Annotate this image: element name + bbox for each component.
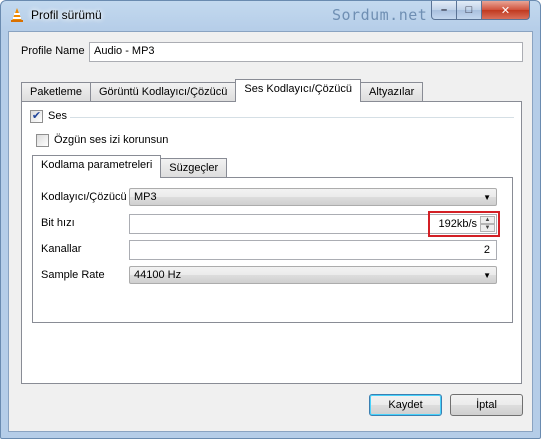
bitrate-highlight-box <box>428 211 500 237</box>
dialog-body: Profile Name Audio - MP3 Paketleme Görün… <box>8 31 533 432</box>
minimize-button[interactable]: – <box>431 1 457 20</box>
profile-name-input[interactable]: Audio - MP3 <box>89 42 523 62</box>
window-title: Profil sürümü <box>31 8 102 22</box>
profile-name-label: Profile Name <box>21 45 85 57</box>
tab-ses-codec[interactable]: Ses Kodlayıcı/Çözücü <box>235 79 362 102</box>
channels-spinbox[interactable]: 2 <box>129 240 497 260</box>
main-tabs: Paketleme Görüntü Kodlayıcı/Çözücü Ses K… <box>21 79 424 102</box>
save-button[interactable]: Kaydet <box>369 394 442 416</box>
close-button[interactable]: ✕ <box>482 1 530 20</box>
audio-codec-pane: ✔ Ses Özgün ses izi korunsun Kodlama par… <box>21 101 522 384</box>
keep-original-checkbox[interactable] <box>36 134 49 147</box>
window-controls: – □ ✕ <box>431 1 530 21</box>
codec-label: Kodlayıcı/Çözücü <box>41 191 127 203</box>
tab-kodlama-parametreleri[interactable]: Kodlama parametreleri <box>32 155 162 178</box>
encoding-params-pane: Kodlayıcı/Çözücü MP3 ▼ Bit hızı 192kb/s … <box>32 177 513 323</box>
codec-select[interactable]: MP3 ▼ <box>129 188 497 206</box>
bitrate-label: Bit hızı <box>41 217 75 229</box>
chevron-down-icon: ▼ <box>483 193 491 202</box>
ses-separator <box>70 117 514 118</box>
chevron-down-icon: ▼ <box>483 271 491 280</box>
title-bar[interactable]: Profil sürümü Sordum.net – □ ✕ <box>1 1 540 31</box>
watermark: Sordum.net <box>332 6 428 24</box>
channels-label: Kanallar <box>41 243 82 255</box>
tab-paketleme[interactable]: Paketleme <box>21 82 91 102</box>
channels-value: 2 <box>483 244 490 256</box>
cancel-button[interactable]: İptal <box>450 394 523 416</box>
samplerate-select[interactable]: 44100 Hz ▼ <box>129 266 497 284</box>
ses-label: Ses <box>48 110 67 122</box>
sub-tabs: Kodlama parametreleri Süzgeçler <box>32 155 228 178</box>
samplerate-value: 44100 Hz <box>134 269 182 281</box>
vlc-cone-icon <box>11 8 23 22</box>
samplerate-label: Sample Rate <box>41 269 105 281</box>
maximize-button[interactable]: □ <box>457 1 482 20</box>
tab-suzgecler[interactable]: Süzgeçler <box>160 158 228 178</box>
tab-altyazilar[interactable]: Altyazılar <box>360 82 424 102</box>
codec-value: MP3 <box>134 191 157 203</box>
keep-original-label: Özgün ses izi korunsun <box>54 134 169 146</box>
dialog-window: Profil sürümü Sordum.net – □ ✕ Profile N… <box>0 0 541 439</box>
ses-checkbox[interactable]: ✔ <box>30 110 43 123</box>
tab-goruntu-codec[interactable]: Görüntü Kodlayıcı/Çözücü <box>89 82 237 102</box>
